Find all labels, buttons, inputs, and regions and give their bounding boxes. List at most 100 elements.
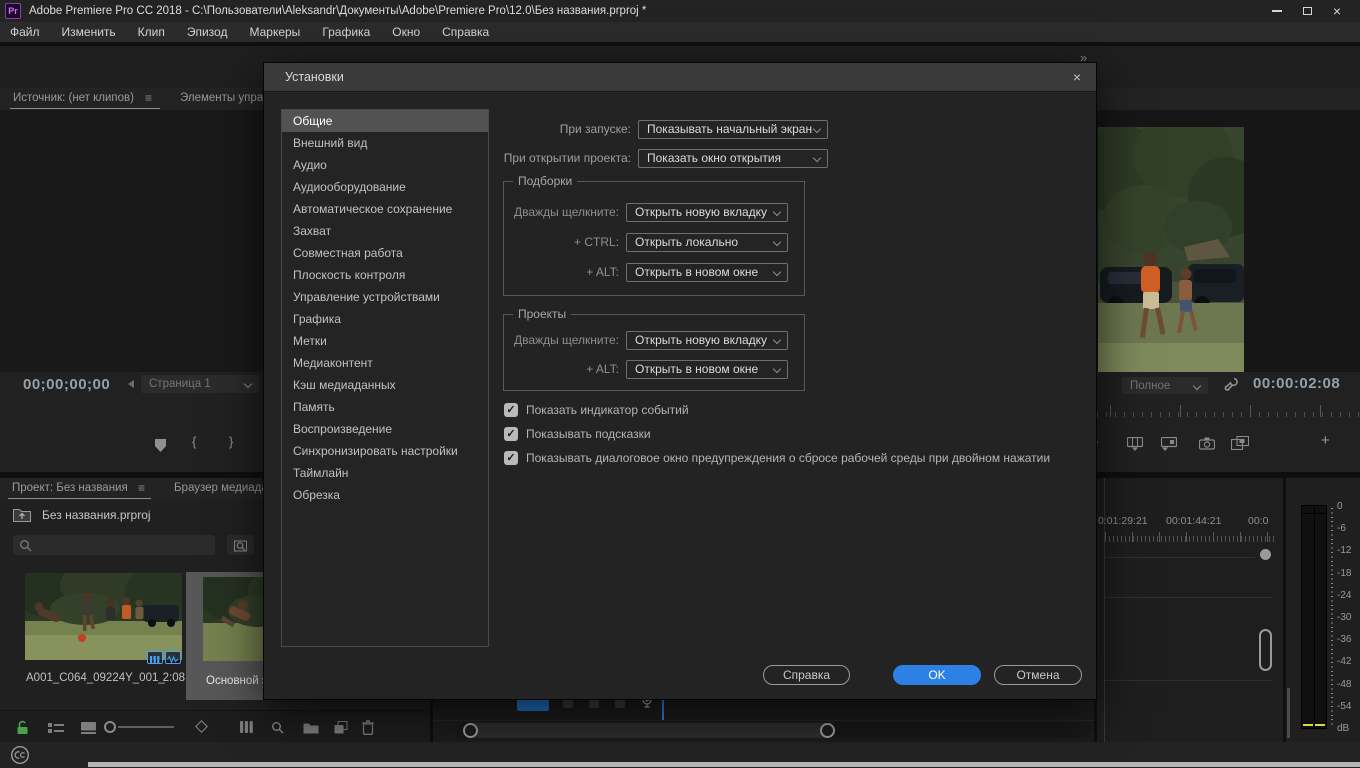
program-timecode[interactable]: 00:00:02:08 <box>1253 375 1340 392</box>
dialog-title: Установки <box>285 63 344 92</box>
tab-project[interactable]: Проект: Без названия <box>12 482 128 494</box>
startup-dropdown[interactable]: Показывать начальный экран <box>638 120 828 139</box>
find-icon[interactable] <box>271 721 284 734</box>
show-event-indicator-checkbox[interactable]: ✓ <box>504 403 518 417</box>
timeline-ruler-label: 0:01:29:21 <box>1098 515 1148 527</box>
pref-category-trim[interactable]: Обрезка <box>282 484 488 506</box>
audio-meter-bars[interactable] <box>1301 505 1327 729</box>
audio-badge-icon[interactable] <box>165 651 181 664</box>
chevron-down-icon <box>244 380 252 388</box>
tab-source-monitor[interactable]: Источник: (нет клипов) <box>13 92 134 104</box>
cancel-button[interactable]: Отмена <box>994 665 1082 685</box>
mark-out-icon[interactable]: } <box>229 434 233 449</box>
export-frame-camera-icon[interactable] <box>1199 437 1215 450</box>
source-panel-menu-icon[interactable]: ≡ <box>145 91 152 105</box>
dropdown-value: Открыть локально <box>635 235 738 249</box>
menu-graphics[interactable]: Графика <box>322 25 370 39</box>
open-project-dropdown[interactable]: Показать окно открытия <box>638 149 828 168</box>
source-timecode[interactable]: 00;00;00;00 <box>23 376 110 393</box>
clip-name[interactable]: A001_C064_09224Y_001_ <box>26 672 165 684</box>
pref-category-sync-settings[interactable]: Синхронизировать настройки <box>282 440 488 462</box>
projects-alt-dropdown[interactable]: Открыть в новом окне <box>626 360 788 379</box>
scrollbar-handle[interactable] <box>463 723 835 738</box>
comparison-view-icon[interactable] <box>1231 436 1249 450</box>
track-divider <box>1105 557 1255 558</box>
button-editor-plus-icon[interactable]: + <box>1321 432 1330 449</box>
dialog-close-button[interactable]: × <box>1068 68 1086 86</box>
minimize-icon <box>1272 10 1282 12</box>
meter-scale-label: -12 <box>1337 546 1351 556</box>
bins-alt-dropdown[interactable]: Открыть в новом окне <box>626 263 788 282</box>
automate-to-sequence-icon[interactable] <box>195 720 208 733</box>
scrollbar-fragment[interactable] <box>1287 688 1290 738</box>
mark-in-icon[interactable]: { <box>192 434 196 449</box>
window-close-button[interactable]: × <box>1322 0 1352 22</box>
scrollbar-handle-right-knob[interactable] <box>820 723 835 738</box>
pref-category-graphics[interactable]: Графика <box>282 308 488 330</box>
meter-level-right <box>1315 724 1325 726</box>
meter-scale-label: -48 <box>1337 680 1351 690</box>
bins-ctrl-dropdown[interactable]: Открыть локально <box>626 233 788 252</box>
ok-button[interactable]: OK <box>893 665 981 685</box>
menu-file[interactable]: Файл <box>10 25 40 39</box>
list-view-icon[interactable] <box>48 722 64 734</box>
bins-double-click-label: Дважды щелкните: <box>364 203 619 222</box>
settings-wrench-icon[interactable] <box>1223 376 1239 392</box>
clip-thumbnail[interactable] <box>25 573 182 660</box>
tab-effect-controls[interactable]: Элементы управ <box>180 92 269 104</box>
pref-category-memory[interactable]: Память <box>282 396 488 418</box>
pref-category-timeline[interactable]: Таймлайн <box>282 462 488 484</box>
timeline-scrollbar-knob[interactable] <box>1260 549 1271 560</box>
chevron-left-icon[interactable] <box>128 380 134 388</box>
show-tooltips-checkbox[interactable]: ✓ <box>504 427 518 441</box>
video-badge-icon[interactable] <box>147 651 163 664</box>
window-minimize-button[interactable] <box>1262 0 1292 22</box>
icon-view-icon[interactable] <box>81 722 96 734</box>
pref-category-device-control[interactable]: Управление устройствами <box>282 286 488 308</box>
menu-clip[interactable]: Клип <box>138 25 165 39</box>
bin-up-icon[interactable] <box>13 507 31 522</box>
insert-icon[interactable] <box>1127 437 1143 451</box>
pref-category-playback[interactable]: Воспроизведение <box>282 418 488 440</box>
program-monitor-panel: Полное 00:00:02:08 } <box>1097 88 1360 472</box>
dialog-header[interactable]: Установки × <box>264 63 1096 92</box>
find-clip-icon[interactable] <box>240 721 256 733</box>
project-file-label[interactable]: Без названия.prproj <box>42 508 151 522</box>
search-input[interactable] <box>13 535 215 555</box>
search-bin-button[interactable] <box>227 535 254 555</box>
add-marker-icon[interactable] <box>155 439 166 452</box>
meter-scale-label: -54 <box>1337 702 1351 712</box>
timeline-horizontal-scrollbar[interactable] <box>455 723 1090 738</box>
overwrite-icon[interactable] <box>1161 437 1177 451</box>
timeline-vertical-scrollbar[interactable] <box>1259 629 1272 671</box>
zoom-slider-handle[interactable] <box>104 721 116 733</box>
menu-edit[interactable]: Изменить <box>62 25 116 39</box>
meter-scale-label: -36 <box>1337 635 1351 645</box>
help-button[interactable]: Справка <box>763 665 850 685</box>
clip-name: Основной э <box>206 675 268 687</box>
workspace-reset-warning-checkbox[interactable]: ✓ <box>504 451 518 465</box>
page-selector-dropdown[interactable]: Страница 1 <box>141 375 259 393</box>
open-project-dropdown-value: Показать окно открытия <box>647 151 781 165</box>
scrollbar-handle-left-knob[interactable] <box>463 723 478 738</box>
maximize-icon <box>1303 7 1312 15</box>
window-maximize-button[interactable] <box>1292 0 1322 22</box>
tab-media-browser[interactable]: Браузер медиадан <box>174 482 274 494</box>
pref-category-audio-hardware[interactable]: Аудиооборудование <box>282 176 488 198</box>
menu-help[interactable]: Справка <box>442 25 489 39</box>
new-bin-icon[interactable] <box>303 722 319 734</box>
bins-double-click-dropdown[interactable]: Открыть новую вкладку <box>626 203 788 222</box>
zoom-slider-track[interactable] <box>118 726 174 728</box>
zoom-level-dropdown[interactable]: Полное <box>1122 377 1208 394</box>
trash-icon[interactable] <box>362 720 374 735</box>
project-panel-menu-icon[interactable]: ≡ <box>138 481 145 495</box>
window-title: Adobe Premiere Pro CC 2018 - C:\Пользова… <box>29 5 646 17</box>
projects-double-click-dropdown[interactable]: Открыть новую вкладку <box>626 331 788 350</box>
meter-scale-label: -18 <box>1337 569 1351 579</box>
menu-sequence[interactable]: Эпизод <box>187 25 228 39</box>
creative-cloud-sync-icon[interactable] <box>10 745 30 765</box>
new-item-icon[interactable] <box>334 721 348 734</box>
project-unlocked-icon[interactable] <box>16 720 29 735</box>
menu-markers[interactable]: Маркеры <box>249 25 300 39</box>
menu-window[interactable]: Окно <box>392 25 420 39</box>
